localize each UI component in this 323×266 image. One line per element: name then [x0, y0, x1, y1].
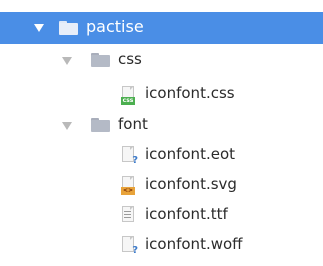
tree-node-css[interactable]: css: [0, 45, 323, 75]
svg-file-icon: <>: [121, 176, 135, 195]
tree-node-iconfont-eot[interactable]: ? iconfont.eot: [0, 140, 323, 170]
tree-node-label: css: [118, 50, 142, 68]
tree-node-iconfont-svg[interactable]: <> iconfont.svg: [0, 170, 323, 200]
text-file-icon: [122, 206, 135, 223]
expand-arrow-icon[interactable]: [62, 122, 72, 130]
tree-node-label: iconfont.svg: [145, 175, 237, 193]
expand-arrow-icon[interactable]: [62, 57, 72, 65]
tree-node-iconfont-woff[interactable]: ? iconfont.woff: [0, 230, 323, 260]
tree-node-pactise[interactable]: pactise: [0, 12, 323, 44]
tree-node-label: iconfont.eot: [145, 145, 235, 163]
unknown-file-icon: ?: [122, 236, 138, 256]
tree-node-label: iconfont.css: [145, 84, 235, 102]
tree-node-iconfont-ttf[interactable]: iconfont.ttf: [0, 200, 323, 230]
unknown-file-icon: ?: [122, 146, 138, 166]
tree-node-label: font: [118, 115, 148, 133]
tree-node-label: iconfont.ttf: [145, 205, 228, 223]
css-file-icon: css: [121, 86, 135, 105]
folder-icon: [91, 118, 110, 132]
expand-arrow-icon[interactable]: [34, 24, 44, 32]
project-file-tree: pactise css css iconfont.css font ? icon…: [0, 0, 323, 266]
tree-node-iconfont-css[interactable]: css iconfont.css: [0, 79, 323, 109]
folder-icon: [59, 21, 78, 35]
tree-node-label: pactise: [86, 17, 144, 36]
folder-icon: [91, 53, 110, 67]
tree-node-font[interactable]: font: [0, 110, 323, 140]
tree-node-label: iconfont.woff: [145, 235, 243, 253]
